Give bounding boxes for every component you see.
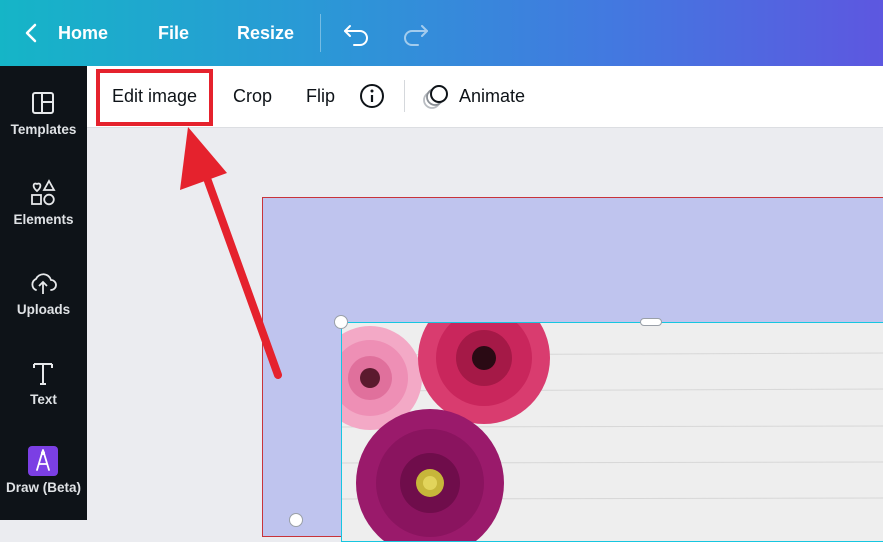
rotate-handle[interactable] xyxy=(289,513,303,527)
crop-button[interactable]: Crop xyxy=(233,66,272,127)
selected-image[interactable] xyxy=(341,322,883,542)
sidebar-item-templates[interactable]: Templates xyxy=(0,88,87,168)
home-button[interactable]: Home xyxy=(58,0,108,66)
left-sidebar: Templates Elements Uploads Text Draw (Be… xyxy=(0,66,87,520)
sidebar-item-uploads[interactable]: Uploads xyxy=(0,268,87,348)
animate-icon[interactable] xyxy=(421,82,451,112)
text-icon xyxy=(33,363,53,385)
sidebar-item-label: Draw (Beta) xyxy=(5,480,81,495)
topbar-divider xyxy=(320,14,321,52)
annotation-highlight-box xyxy=(96,69,213,126)
info-icon[interactable] xyxy=(359,83,385,109)
sidebar-item-label: Templates xyxy=(10,122,77,137)
resize-handle-top[interactable] xyxy=(640,318,662,326)
toolbar-divider xyxy=(404,80,405,112)
sidebar-item-label: Elements xyxy=(13,212,74,227)
draw-icon xyxy=(28,446,58,476)
sidebar-item-draw[interactable]: Draw (Beta) xyxy=(0,446,87,526)
sidebar-item-label: Text xyxy=(30,392,57,407)
top-bar: Home File Resize xyxy=(0,0,883,66)
elements-icon xyxy=(31,179,56,206)
flip-button[interactable]: Flip xyxy=(306,66,335,127)
undo-icon[interactable] xyxy=(342,20,372,46)
uploads-icon xyxy=(31,273,57,294)
animate-button[interactable]: Animate xyxy=(459,66,525,127)
redo-icon[interactable] xyxy=(400,20,430,46)
sidebar-item-text[interactable]: Text xyxy=(0,358,87,438)
sidebar-item-label: Uploads xyxy=(16,302,71,317)
chevron-left-icon[interactable] xyxy=(22,21,42,45)
resize-handle-top-left[interactable] xyxy=(334,315,348,329)
file-menu-button[interactable]: File xyxy=(158,0,189,66)
resize-button[interactable]: Resize xyxy=(237,0,294,66)
flower-photo xyxy=(342,323,883,541)
templates-icon xyxy=(32,92,54,114)
sidebar-item-elements[interactable]: Elements xyxy=(0,178,87,258)
